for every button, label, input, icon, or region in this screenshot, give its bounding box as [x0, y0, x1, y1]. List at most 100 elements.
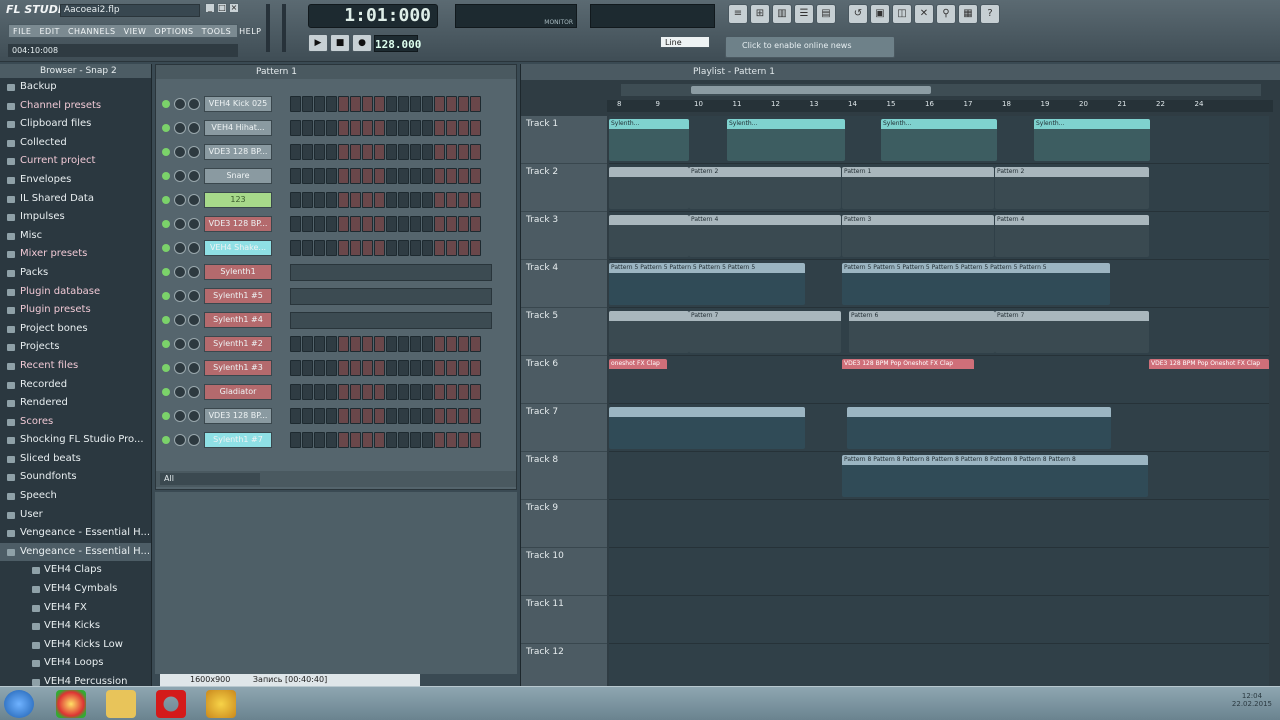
step-button[interactable]	[374, 384, 385, 400]
channel-pan-knob[interactable]	[174, 170, 186, 182]
step-button[interactable]	[422, 192, 433, 208]
channel-volume-knob[interactable]	[188, 170, 200, 182]
track-label[interactable]: Track 6	[521, 356, 607, 404]
browser-item[interactable]: Collected	[0, 134, 151, 153]
step-button[interactable]	[326, 96, 337, 112]
step-button[interactable]	[374, 240, 385, 256]
step-button[interactable]	[422, 216, 433, 232]
step-button[interactable]	[434, 384, 445, 400]
browser-item[interactable]: Soundfonts	[0, 468, 151, 487]
browser-item[interactable]: VEH4 Loops	[0, 654, 151, 673]
pattern-clip[interactable]: Pattern 4	[995, 215, 1149, 257]
channel-piano-roll-preview[interactable]	[290, 288, 492, 305]
channel-name-button[interactable]: Gladiator	[204, 384, 272, 400]
track-lane[interactable]: oneshot FX Clap VDE3 128 BPM Pop Oneshot …	[609, 356, 1269, 404]
browser-item[interactable]: Sliced beats	[0, 450, 151, 469]
step-button[interactable]	[362, 360, 373, 376]
step-button[interactable]	[290, 144, 301, 160]
step-button[interactable]	[290, 216, 301, 232]
track-label[interactable]: Track 11	[521, 596, 607, 644]
pattern-clip[interactable]: Pattern 3	[842, 215, 994, 257]
step-button[interactable]	[362, 432, 373, 448]
step-button[interactable]	[302, 192, 313, 208]
step-button[interactable]	[434, 120, 445, 136]
step-button[interactable]	[410, 240, 421, 256]
channel-pan-knob[interactable]	[174, 242, 186, 254]
step-button[interactable]	[470, 360, 481, 376]
record-icon[interactable]: ●	[352, 34, 372, 52]
step-button[interactable]	[326, 168, 337, 184]
step-button[interactable]	[362, 216, 373, 232]
channel-volume-knob[interactable]	[188, 122, 200, 134]
step-button[interactable]	[302, 120, 313, 136]
track-label[interactable]: Track 8	[521, 452, 607, 500]
step-button[interactable]	[374, 168, 385, 184]
menu-item[interactable]: EDIT	[39, 27, 59, 36]
browser-item[interactable]: User	[0, 506, 151, 525]
step-button[interactable]	[458, 96, 469, 112]
channel-volume-knob[interactable]	[188, 434, 200, 446]
track-lane[interactable]	[609, 404, 1269, 452]
step-button[interactable]	[374, 432, 385, 448]
channel-pan-knob[interactable]	[174, 362, 186, 374]
pattern-clip[interactable]: Pattern 5 Pattern 5 Pattern 5 Pattern 5 …	[842, 263, 1110, 305]
step-button[interactable]	[422, 408, 433, 424]
step-button[interactable]	[470, 144, 481, 160]
step-button[interactable]	[350, 216, 361, 232]
step-button[interactable]	[362, 240, 373, 256]
piano-roll-icon[interactable]: ⊞	[750, 4, 770, 24]
channel-rack-icon[interactable]: ▥	[772, 4, 792, 24]
menu-item[interactable]: FILE	[13, 27, 31, 36]
menu-item[interactable]: TOOLS	[202, 27, 232, 36]
step-button[interactable]	[446, 216, 457, 232]
step-button[interactable]	[362, 384, 373, 400]
step-button[interactable]	[446, 408, 457, 424]
channel-pan-knob[interactable]	[174, 266, 186, 278]
browser-item[interactable]: Shocking FL Studio Pro...	[0, 431, 151, 450]
step-button[interactable]	[446, 432, 457, 448]
step-button[interactable]	[422, 240, 433, 256]
channel-volume-knob[interactable]	[188, 194, 200, 206]
menu-item[interactable]: HELP	[239, 27, 261, 36]
step-button[interactable]	[326, 360, 337, 376]
pattern-clip[interactable]: Pattern 4	[689, 215, 841, 257]
step-button[interactable]	[338, 384, 349, 400]
step-button[interactable]	[350, 336, 361, 352]
step-button[interactable]	[398, 144, 409, 160]
channel-pan-knob[interactable]	[174, 290, 186, 302]
step-button[interactable]	[314, 192, 325, 208]
channel-name-button[interactable]: VEH4 Kick 025	[204, 96, 272, 112]
channel-enable-led[interactable]	[162, 100, 170, 108]
track-lane[interactable]: Pattern 8 Pattern 8 Pattern 8 Pattern 8 …	[609, 452, 1269, 500]
step-button[interactable]	[314, 96, 325, 112]
tools-icon[interactable]: ✕	[914, 4, 934, 24]
step-button[interactable]	[326, 336, 337, 352]
browser-item[interactable]: Misc	[0, 227, 151, 246]
channel-pan-knob[interactable]	[174, 146, 186, 158]
master-sliders[interactable]	[262, 4, 294, 56]
step-button[interactable]	[434, 240, 445, 256]
step-button[interactable]	[398, 216, 409, 232]
step-button[interactable]	[314, 384, 325, 400]
step-button[interactable]	[446, 96, 457, 112]
channel-enable-led[interactable]	[162, 124, 170, 132]
pattern-clip[interactable]: oneshot FX Clap	[609, 359, 667, 401]
browser-item[interactable]: Scores	[0, 413, 151, 432]
step-button[interactable]	[302, 144, 313, 160]
step-button[interactable]	[290, 360, 301, 376]
step-button[interactable]	[362, 144, 373, 160]
step-button[interactable]	[314, 168, 325, 184]
step-button[interactable]	[410, 432, 421, 448]
project-info-icon[interactable]: ▦	[958, 4, 978, 24]
render-icon[interactable]: ◫	[892, 4, 912, 24]
save-icon[interactable]: ▣	[870, 4, 890, 24]
step-button[interactable]	[398, 336, 409, 352]
step-button[interactable]	[326, 216, 337, 232]
channel-enable-led[interactable]	[162, 220, 170, 228]
master-pitch-slider[interactable]	[282, 4, 286, 52]
step-button[interactable]	[302, 216, 313, 232]
step-button[interactable]	[374, 360, 385, 376]
browser-item[interactable]: Vengeance - Essential H...	[0, 524, 151, 543]
step-button[interactable]	[362, 408, 373, 424]
step-button[interactable]	[422, 360, 433, 376]
